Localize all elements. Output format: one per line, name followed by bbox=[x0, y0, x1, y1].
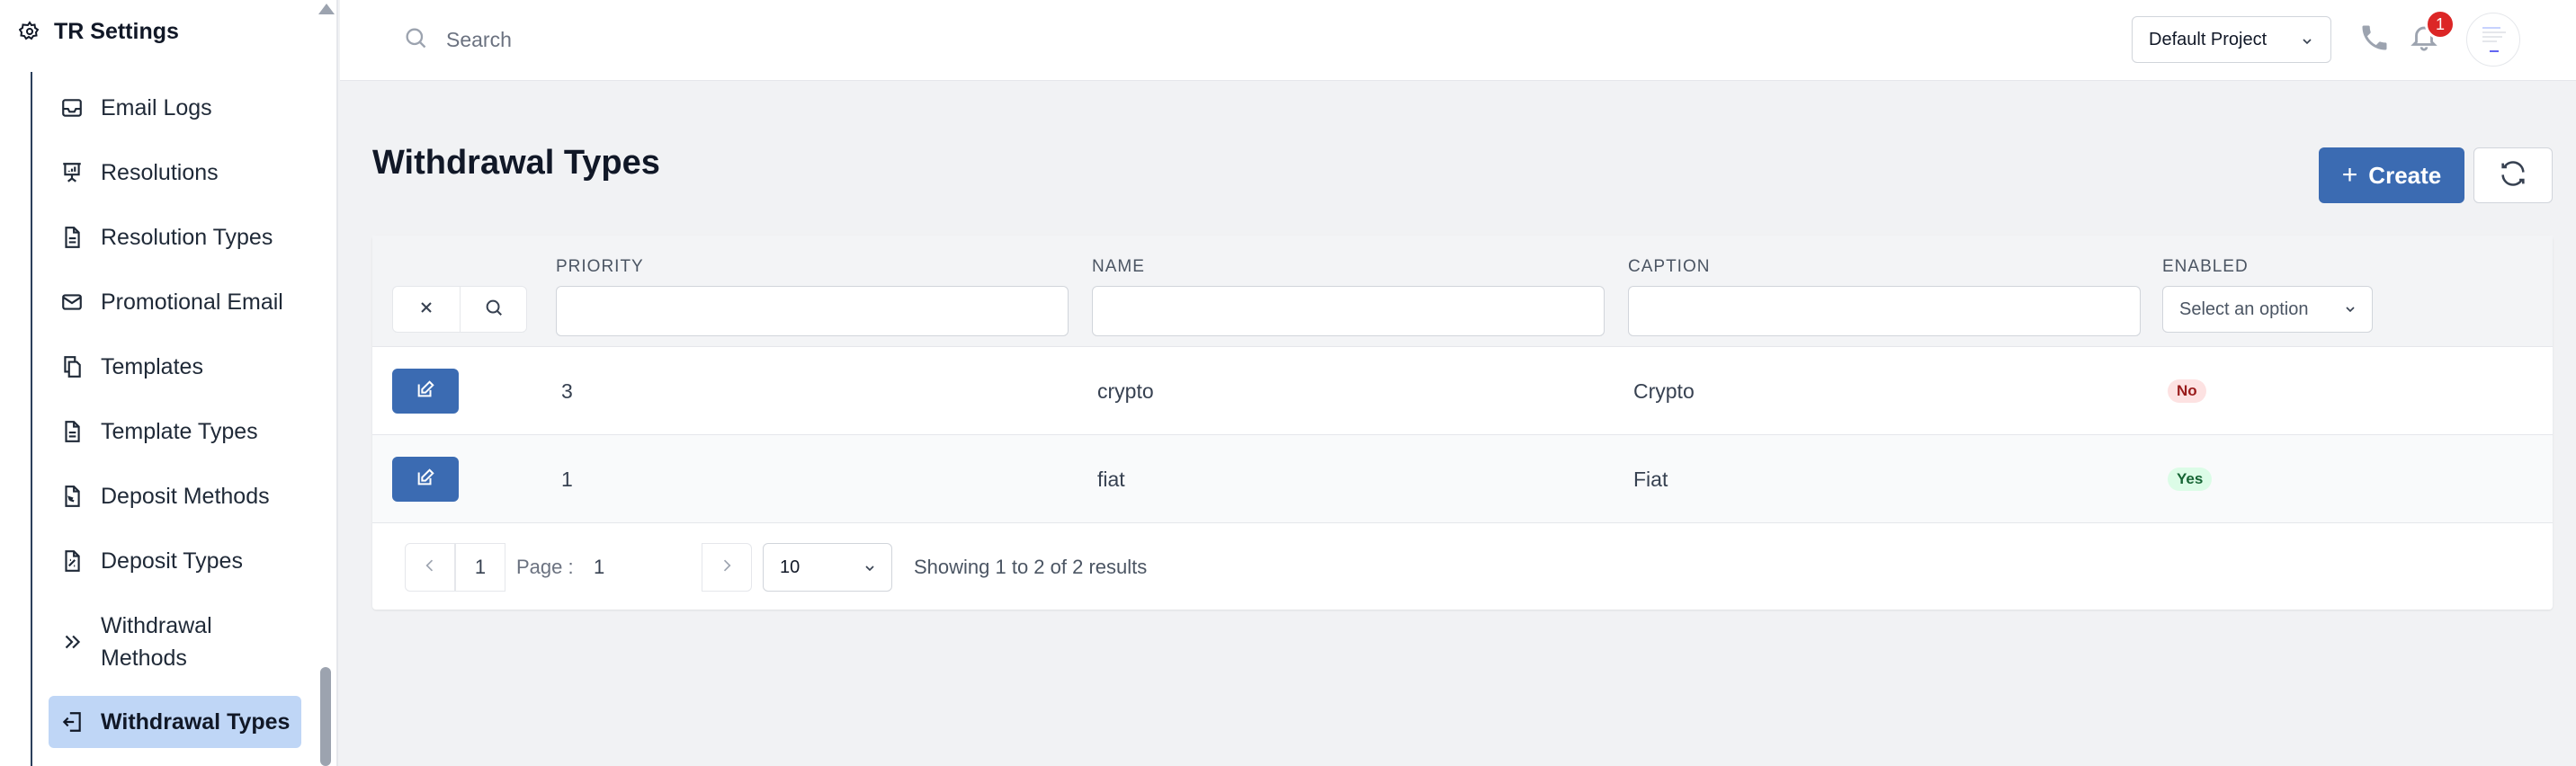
previous-page-button[interactable] bbox=[405, 543, 455, 592]
plus-icon: + bbox=[2341, 160, 2358, 190]
priority-cell: 3 bbox=[561, 379, 573, 403]
edit-button[interactable] bbox=[392, 369, 459, 414]
current-page-value: 1 bbox=[594, 556, 605, 578]
sidebar-item-label: Email Logs bbox=[101, 94, 212, 120]
sidebar-item-label: Deposit Types bbox=[101, 548, 243, 574]
column-header-caption: CAPTION bbox=[1628, 257, 1711, 276]
column-header-enabled: ENABLED bbox=[2162, 257, 2249, 276]
clear-filters-button[interactable] bbox=[393, 287, 460, 332]
document-icon bbox=[59, 419, 85, 444]
sidebar-item-promotional-email[interactable]: Promotional Email bbox=[49, 286, 301, 318]
page-size-value: 10 bbox=[780, 557, 801, 577]
next-page-button[interactable] bbox=[702, 543, 752, 592]
page-title: Withdrawal Types bbox=[372, 144, 660, 182]
name-filter-input[interactable] bbox=[1092, 286, 1605, 336]
caption-cell: Fiat bbox=[1633, 468, 1668, 491]
settings-icon bbox=[18, 20, 41, 43]
search-icon bbox=[403, 25, 432, 54]
page-number-button[interactable]: 1 bbox=[455, 543, 505, 592]
sidebar-item-deposit-types[interactable]: Deposit Types bbox=[49, 545, 301, 577]
enabled-filter-select[interactable]: Select an option bbox=[2162, 286, 2373, 333]
sidebar: TR Settings Email Logs Resolutions Resol… bbox=[0, 0, 338, 766]
notification-badge: 1 bbox=[2425, 9, 2455, 40]
chevrons-right-icon bbox=[59, 629, 85, 655]
chevron-down-icon bbox=[2343, 301, 2357, 322]
column-header-name: NAME bbox=[1092, 257, 1145, 276]
sidebar-item-label: Deposit Methods bbox=[101, 483, 270, 509]
edit-icon bbox=[416, 468, 435, 492]
sidebar-item-label: Resolution Types bbox=[101, 224, 273, 250]
apply-filters-button[interactable] bbox=[460, 287, 526, 332]
sidebar-item-email-logs[interactable]: Email Logs bbox=[49, 92, 301, 124]
chevron-down-icon bbox=[863, 560, 877, 581]
filter-actions bbox=[392, 286, 527, 333]
sidebar-header[interactable]: TR Settings bbox=[18, 16, 179, 47]
sidebar-item-label: Withdrawal Types bbox=[101, 708, 291, 735]
topbar: Default Project 1 bbox=[340, 0, 2576, 81]
search-icon bbox=[484, 298, 504, 322]
sidebar-item-deposit-methods[interactable]: Deposit Methods bbox=[49, 480, 301, 512]
sidebar-item-label: Promotional Email bbox=[101, 289, 283, 315]
refresh-icon bbox=[2498, 158, 2528, 193]
name-cell: crypto bbox=[1097, 379, 1154, 403]
priority-filter-input[interactable] bbox=[556, 286, 1069, 336]
caption-cell: Crypto bbox=[1633, 379, 1695, 403]
document-icon bbox=[59, 225, 85, 250]
edit-button[interactable] bbox=[392, 457, 459, 502]
sidebar-item-withdrawal-methods[interactable]: Withdrawal Methods bbox=[49, 608, 301, 676]
receipt-icon bbox=[59, 548, 85, 574]
results-summary: Showing 1 to 2 of 2 results bbox=[914, 556, 1148, 578]
sidebar-scrollbar[interactable] bbox=[317, 0, 335, 766]
name-cell: fiat bbox=[1097, 468, 1125, 491]
phone-icon[interactable] bbox=[2358, 22, 2394, 58]
project-select[interactable]: Default Project bbox=[2132, 16, 2331, 63]
refresh-button[interactable] bbox=[2473, 147, 2553, 203]
status-badge: No bbox=[2168, 379, 2206, 403]
chevron-left-icon bbox=[421, 557, 439, 579]
sidebar-title: TR Settings bbox=[54, 18, 179, 44]
priority-cell: 1 bbox=[561, 468, 573, 491]
column-header-priority: PRIORITY bbox=[556, 257, 644, 276]
chevron-down-icon bbox=[2300, 33, 2314, 54]
page-size-select[interactable]: 10 bbox=[763, 543, 892, 592]
sidebar-item-templates[interactable]: Templates bbox=[49, 351, 301, 383]
sidebar-tree-line bbox=[31, 72, 32, 766]
enabled-filter-placeholder: Select an option bbox=[2179, 298, 2309, 319]
table-row: 3 crypto Crypto No bbox=[372, 347, 2553, 435]
sidebar-item-resolution-types[interactable]: Resolution Types bbox=[49, 221, 301, 254]
sidebar-item-label: Templates bbox=[101, 353, 203, 379]
logout-icon bbox=[59, 709, 85, 735]
create-button-label: Create bbox=[2368, 161, 2442, 189]
sidebar-item-resolutions[interactable]: Resolutions bbox=[49, 156, 301, 189]
sidebar-item-withdrawal-types[interactable]: Withdrawal Types bbox=[49, 696, 301, 748]
page-label: Page : bbox=[516, 556, 574, 578]
receipt-icon bbox=[59, 484, 85, 509]
sidebar-item-label: Resolutions bbox=[101, 159, 219, 185]
sidebar-item-template-types[interactable]: Template Types bbox=[49, 415, 301, 448]
data-table: PRIORITY NAME CAPTION ENABLED Select an … bbox=[372, 236, 2553, 610]
caption-filter-input[interactable] bbox=[1628, 286, 2141, 336]
sidebar-item-label: Template Types bbox=[101, 418, 258, 444]
inbox-icon bbox=[59, 95, 85, 120]
create-button[interactable]: + Create bbox=[2319, 147, 2464, 203]
copy-icon bbox=[59, 354, 85, 379]
scrollbar-thumb[interactable] bbox=[320, 667, 331, 766]
chevron-right-icon bbox=[718, 557, 736, 579]
presentation-icon bbox=[59, 160, 85, 185]
status-badge: Yes bbox=[2168, 468, 2213, 491]
table-filter-row: PRIORITY NAME CAPTION ENABLED Select an … bbox=[372, 236, 2553, 347]
project-select-value: Default Project bbox=[2149, 29, 2267, 49]
edit-icon bbox=[416, 379, 435, 404]
pagination: 1 Page : 1 10 Showing 1 to 2 of 2 result… bbox=[372, 523, 2553, 610]
sidebar-item-label: Withdrawal Methods bbox=[101, 613, 212, 671]
scroll-up-arrow-icon[interactable] bbox=[318, 4, 335, 14]
close-icon bbox=[417, 298, 435, 321]
table-row: 1 fiat Fiat Yes bbox=[372, 435, 2553, 523]
avatar[interactable] bbox=[2466, 13, 2520, 67]
envelope-icon bbox=[59, 289, 85, 315]
search-input[interactable] bbox=[446, 22, 986, 58]
avatar-image bbox=[2482, 27, 2506, 52]
